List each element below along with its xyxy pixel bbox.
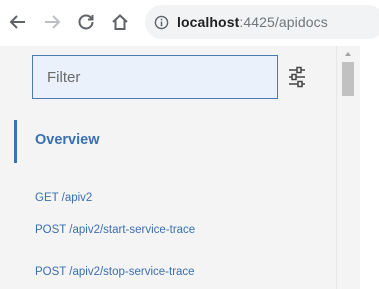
forward-arrow-icon[interactable] — [40, 10, 64, 34]
home-icon[interactable] — [108, 10, 132, 34]
sidebar: Overview GET /apiv2 POST /apiv2/start-se… — [0, 46, 336, 289]
url-text: localhost:4425/apidocs — [177, 14, 328, 30]
content-pane — [360, 46, 379, 289]
url-host: localhost — [177, 14, 240, 30]
back-arrow-icon[interactable] — [6, 10, 30, 34]
scroll-up-arrow-icon[interactable] — [345, 52, 351, 56]
reload-icon[interactable] — [74, 10, 98, 34]
info-icon[interactable] — [154, 15, 169, 30]
scrollbar-thumb[interactable] — [342, 62, 354, 96]
sidebar-item-start-service-trace[interactable]: POST /apiv2/start-service-trace — [35, 224, 195, 236]
address-bar[interactable]: localhost:4425/apidocs — [145, 5, 379, 39]
sliders-icon[interactable] — [288, 66, 306, 88]
url-path: :4425/apidocs — [239, 14, 328, 30]
sidebar-item-get-apiv2[interactable]: GET /apiv2 — [35, 192, 92, 204]
browser-toolbar: localhost:4425/apidocs — [0, 0, 379, 46]
sidebar-item-stop-service-trace[interactable]: POST /apiv2/stop-service-trace — [35, 266, 195, 278]
filter-input[interactable] — [32, 55, 278, 99]
sidebar-item-overview[interactable]: Overview — [35, 132, 100, 148]
sidebar-scrollbar[interactable] — [336, 46, 360, 289]
active-item-marker — [14, 120, 17, 163]
